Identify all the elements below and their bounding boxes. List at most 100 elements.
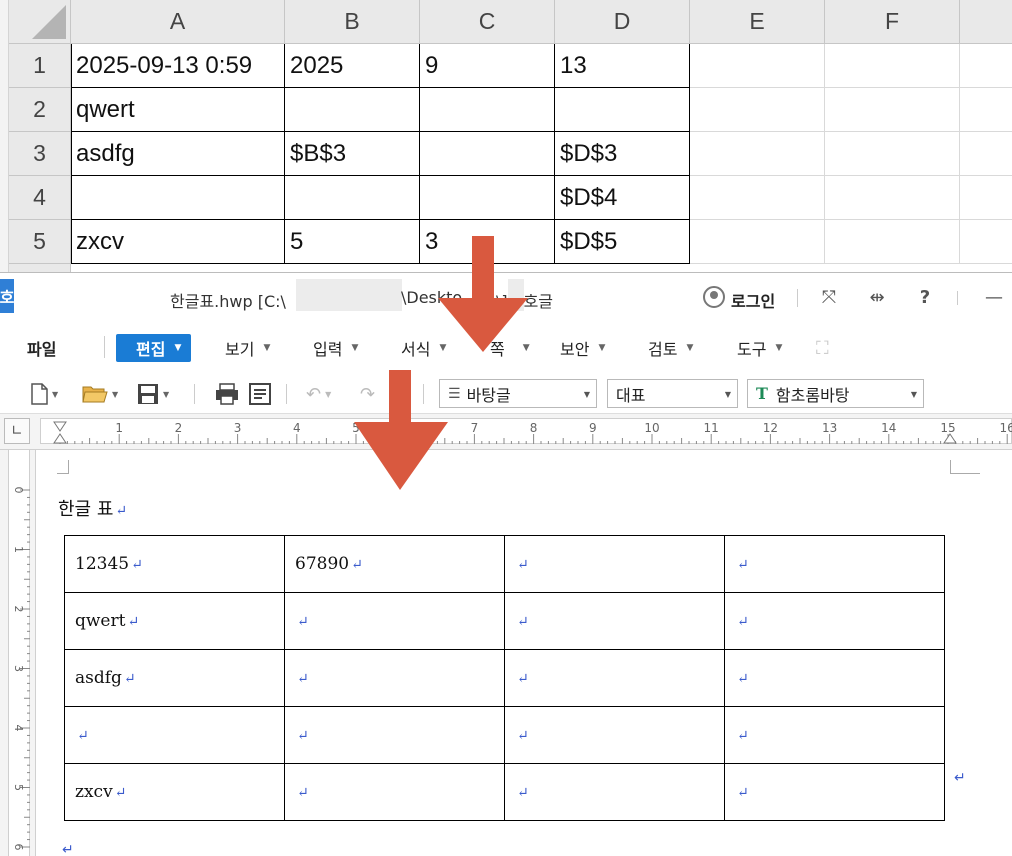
- table-cell[interactable]: ↵: [284, 706, 505, 764]
- print-button[interactable]: [215, 382, 239, 406]
- user-icon[interactable]: [703, 286, 725, 308]
- cell-b2[interactable]: [285, 88, 420, 132]
- indent-marker-icon[interactable]: [53, 421, 67, 444]
- minimize-icon[interactable]: —: [983, 287, 1005, 308]
- column-header-d[interactable]: D: [555, 0, 690, 44]
- open-button[interactable]: ▼: [82, 382, 118, 406]
- cell-g1[interactable]: [960, 44, 1012, 88]
- cell-b1[interactable]: 2025: [285, 44, 420, 88]
- table-row: 12345 ↵ 67890 ↵ ↵ ↵: [64, 535, 945, 593]
- cell-e1[interactable]: [690, 44, 825, 88]
- cell-g4[interactable]: [960, 176, 1012, 220]
- column-header-b[interactable]: B: [285, 0, 420, 44]
- table-cell[interactable]: ↵: [724, 535, 945, 593]
- menu-view[interactable]: 보기 ▼: [225, 334, 270, 362]
- cell-a1[interactable]: 2025-09-13 0:59: [71, 44, 285, 88]
- cell-d1[interactable]: 13: [555, 44, 690, 88]
- table-cell[interactable]: ↵: [504, 706, 725, 764]
- row-header-4[interactable]: 4: [9, 176, 71, 220]
- cell-g3[interactable]: [960, 132, 1012, 176]
- cell-d2[interactable]: [555, 88, 690, 132]
- cell-a3[interactable]: asdfg: [71, 132, 285, 176]
- cell-e3[interactable]: [690, 132, 825, 176]
- cell-f3[interactable]: [825, 132, 960, 176]
- table-cell[interactable]: ↵: [284, 763, 505, 821]
- table-cell[interactable]: 67890 ↵: [284, 535, 505, 593]
- tab-type-icon[interactable]: ∟: [4, 418, 30, 444]
- row-header-1[interactable]: 1: [9, 44, 71, 88]
- document-area[interactable]: 한글 표 ↵ 12345 ↵ 67890 ↵ ↵ ↵ qwert ↵ ↵ ↵ ↵ asd…: [37, 450, 1012, 856]
- table-cell[interactable]: ↵: [724, 706, 945, 764]
- cell-c2[interactable]: [420, 88, 555, 132]
- cell-b5[interactable]: 5: [285, 220, 420, 264]
- cell-d3[interactable]: $D$3: [555, 132, 690, 176]
- vertical-ruler[interactable]: 0 1 2 3 4 5 6: [0, 450, 36, 856]
- cell-a5[interactable]: zxcv: [71, 220, 285, 264]
- cell-g2[interactable]: [960, 88, 1012, 132]
- horizontal-ruler[interactable]: 12345678910111213141516: [40, 418, 1012, 444]
- table-cell[interactable]: 12345 ↵: [64, 535, 285, 593]
- cell-c1[interactable]: 9: [420, 44, 555, 88]
- paragraph-mark-icon: ↵: [737, 557, 749, 573]
- column-header-f[interactable]: F: [825, 0, 960, 44]
- column-header-a[interactable]: A: [71, 0, 285, 44]
- cell-a2[interactable]: qwert: [71, 88, 285, 132]
- cell-f2[interactable]: [825, 88, 960, 132]
- cell-g5[interactable]: [960, 220, 1012, 264]
- cell-b3[interactable]: $B$3: [285, 132, 420, 176]
- table-cell[interactable]: ↵: [504, 535, 725, 593]
- font-select[interactable]: T 함초롬바탕 ▼: [747, 379, 924, 408]
- cell-e4[interactable]: [690, 176, 825, 220]
- row-header-6[interactable]: [9, 264, 71, 272]
- fullscreen-icon[interactable]: ⤧: [818, 287, 840, 308]
- style-select[interactable]: ☰ 바탕글 ▼: [439, 379, 597, 408]
- table-cell[interactable]: zxcv ↵: [64, 763, 285, 821]
- menu-security[interactable]: 보안 ▼: [560, 334, 605, 362]
- table-cell[interactable]: ↵: [504, 763, 725, 821]
- row-header-2[interactable]: 2: [9, 88, 71, 132]
- login-button[interactable]: 로그인: [731, 288, 775, 312]
- table-cell[interactable]: qwert ↵: [64, 592, 285, 650]
- menu-file[interactable]: 파일: [27, 334, 56, 362]
- row-header-5[interactable]: 5: [9, 220, 71, 264]
- cell-f1[interactable]: [825, 44, 960, 88]
- table-cell[interactable]: ↵: [284, 592, 505, 650]
- column-header-e[interactable]: E: [690, 0, 825, 44]
- share-icon[interactable]: ⛶: [816, 334, 829, 362]
- cell-e5[interactable]: [690, 220, 825, 264]
- column-header-c[interactable]: C: [420, 0, 555, 44]
- cell-d5[interactable]: $D$5: [555, 220, 690, 264]
- table-cell[interactable]: ↵: [724, 649, 945, 707]
- right-indent-marker-icon[interactable]: [943, 433, 957, 444]
- cell-f5[interactable]: [825, 220, 960, 264]
- row-header-3[interactable]: 3: [9, 132, 71, 176]
- table-cell[interactable]: ↵: [504, 649, 725, 707]
- save-button[interactable]: ▼: [137, 382, 169, 406]
- preview-button[interactable]: [249, 382, 271, 406]
- menu-input[interactable]: 입력 ▼: [313, 334, 358, 362]
- menu-review[interactable]: 검토 ▼: [648, 334, 693, 362]
- help-icon[interactable]: ?: [914, 287, 936, 308]
- new-doc-button[interactable]: ▼: [30, 382, 58, 406]
- table-cell[interactable]: ↵: [724, 763, 945, 821]
- menu-edit[interactable]: 편집 ▼: [116, 334, 192, 362]
- rep-select[interactable]: 대표 ▼: [607, 379, 738, 408]
- cell-a4[interactable]: [71, 176, 285, 220]
- undo-button[interactable]: ↶ ▼: [306, 382, 331, 406]
- table-cell[interactable]: ↵: [284, 649, 505, 707]
- cell-d4[interactable]: $D$4: [555, 176, 690, 220]
- split-view-icon[interactable]: ⇹: [866, 287, 888, 308]
- cell-c3[interactable]: [420, 132, 555, 176]
- table-cell[interactable]: ↵: [504, 592, 725, 650]
- cell-e2[interactable]: [690, 88, 825, 132]
- table-cell[interactable]: ↵: [64, 706, 285, 764]
- cell-f4[interactable]: [825, 176, 960, 220]
- column-header-g[interactable]: [960, 0, 1012, 44]
- table-cell[interactable]: asdfg ↵: [64, 649, 285, 707]
- cell-b4[interactable]: [285, 176, 420, 220]
- hwp-table[interactable]: 12345 ↵ 67890 ↵ ↵ ↵ qwert ↵ ↵ ↵ ↵ asdfg ↵ ↵ …: [64, 535, 945, 821]
- menu-tools[interactable]: 도구 ▼: [737, 334, 782, 362]
- select-all-corner[interactable]: [9, 0, 71, 44]
- cell-c4[interactable]: [420, 176, 555, 220]
- table-cell[interactable]: ↵: [724, 592, 945, 650]
